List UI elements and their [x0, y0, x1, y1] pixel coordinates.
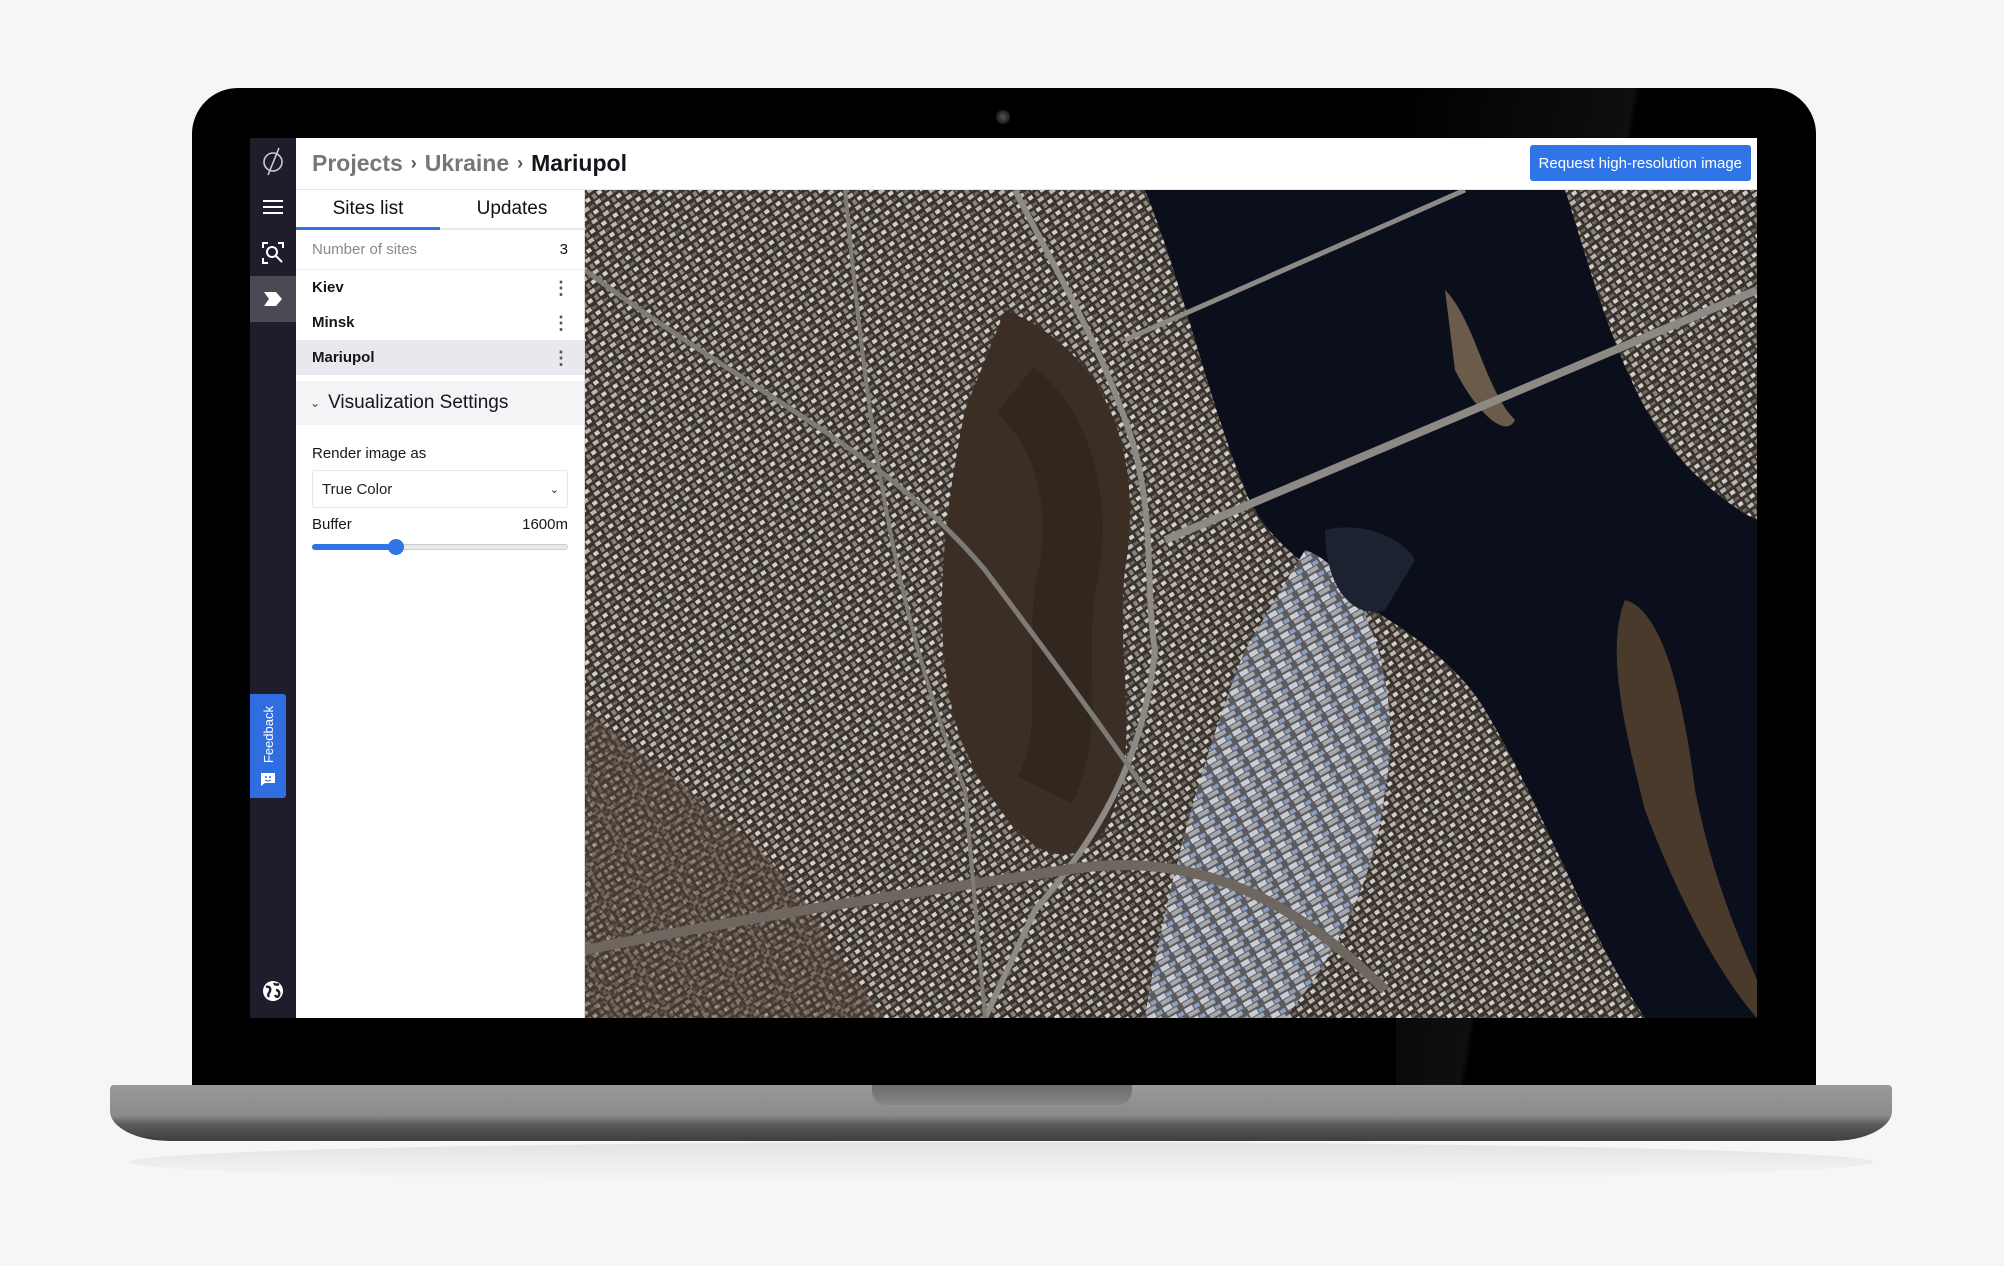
laptop-shadow [130, 1142, 1874, 1182]
buffer-slider[interactable] [312, 539, 568, 555]
more-vert-icon[interactable]: ⋮ [552, 314, 570, 332]
satellite-map[interactable] [585, 190, 1757, 1018]
side-panel: Sites list Updates Number of sites 3 Kie… [296, 190, 585, 1018]
icon-rail: Feedback [250, 138, 296, 1018]
feedback-label: Feedback [260, 706, 276, 764]
tab-sites-list[interactable]: Sites list [296, 190, 440, 230]
site-item-minsk[interactable]: Minsk ⋮ [296, 305, 584, 340]
feedback-button[interactable]: Feedback [250, 694, 286, 798]
laptop-notch [872, 1085, 1132, 1105]
tab-bar: Sites list Updates [296, 190, 584, 230]
app-screen: Feedback Projects › Ukraine › Mariupol R… [250, 138, 1757, 1018]
site-count-row: Number of sites 3 [296, 230, 584, 270]
tag-icon[interactable] [250, 276, 296, 322]
slider-fill [312, 544, 397, 550]
request-high-res-button[interactable]: Request high-resolution image [1529, 145, 1751, 181]
buffer-row: Buffer 1600m [296, 508, 584, 539]
camera-icon [996, 110, 1010, 124]
breadcrumb-ukraine[interactable]: Ukraine [425, 150, 509, 177]
menu-icon[interactable] [250, 184, 296, 230]
breadcrumb: Projects › Ukraine › Mariupol [296, 150, 627, 177]
chevron-right-icon: › [410, 153, 417, 173]
render-select-value: True Color [322, 480, 393, 498]
more-vert-icon[interactable]: ⋮ [552, 279, 570, 297]
site-name: Minsk [312, 314, 355, 331]
site-count-label: Number of sites [312, 241, 418, 258]
more-vert-icon[interactable]: ⋮ [552, 349, 570, 367]
site-name: Mariupol [312, 349, 375, 366]
buffer-value: 1600m [522, 516, 568, 533]
logo-icon[interactable] [250, 138, 296, 184]
site-count-value: 3 [559, 241, 568, 258]
render-label: Render image as [312, 445, 427, 462]
satellite-imagery [585, 190, 1757, 1018]
chevron-down-icon: ⌄ [549, 483, 559, 496]
site-item-mariupol[interactable]: Mariupol ⋮ [296, 340, 584, 375]
breadcrumb-projects[interactable]: Projects [312, 150, 403, 177]
chevron-down-icon: ⌄ [310, 396, 321, 410]
visualization-settings-title: Visualization Settings [328, 392, 509, 413]
site-name: Kiev [312, 279, 344, 296]
smiley-chat-icon [261, 772, 275, 786]
tab-updates[interactable]: Updates [440, 190, 584, 228]
top-bar: Projects › Ukraine › Mariupol Request hi… [296, 138, 1757, 190]
visualization-settings-header[interactable]: ⌄ Visualization Settings [296, 381, 584, 425]
globe-icon[interactable] [250, 968, 296, 1014]
slider-thumb[interactable] [388, 539, 405, 555]
chevron-right-icon: › [517, 153, 524, 173]
render-select[interactable]: True Color ⌄ [312, 470, 568, 508]
search-scan-icon[interactable] [250, 230, 296, 276]
buffer-label: Buffer [312, 516, 352, 533]
breadcrumb-current: Mariupol [531, 150, 627, 176]
site-item-kiev[interactable]: Kiev ⋮ [296, 270, 584, 305]
